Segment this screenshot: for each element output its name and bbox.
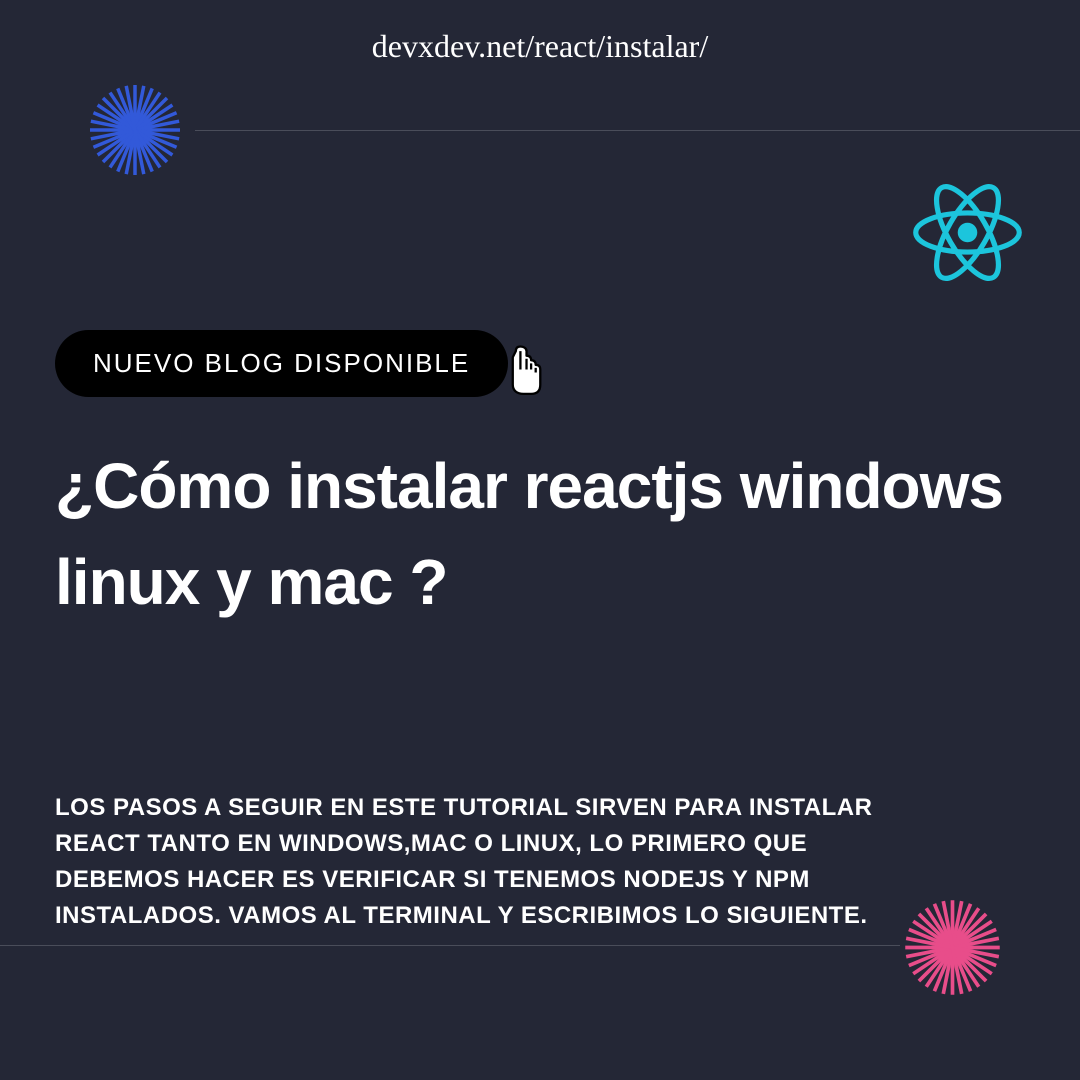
divider-top xyxy=(195,130,1080,131)
divider-bottom xyxy=(0,945,900,946)
react-logo-icon xyxy=(910,175,1025,290)
article-headline: ¿Cómo instalar reactjs windows linux y m… xyxy=(55,438,1025,630)
new-blog-badge: NUEVO BLOG DISPONIBLE xyxy=(55,330,508,397)
starburst-blue-icon xyxy=(85,80,185,180)
article-description: LOS PASOS A SEGUIR EN ESTE TUTORIAL SIRV… xyxy=(55,790,880,934)
pointer-cursor-icon xyxy=(500,345,550,400)
starburst-pink-icon xyxy=(900,895,1005,1000)
page-url: devxdev.net/react/instalar/ xyxy=(372,28,708,65)
